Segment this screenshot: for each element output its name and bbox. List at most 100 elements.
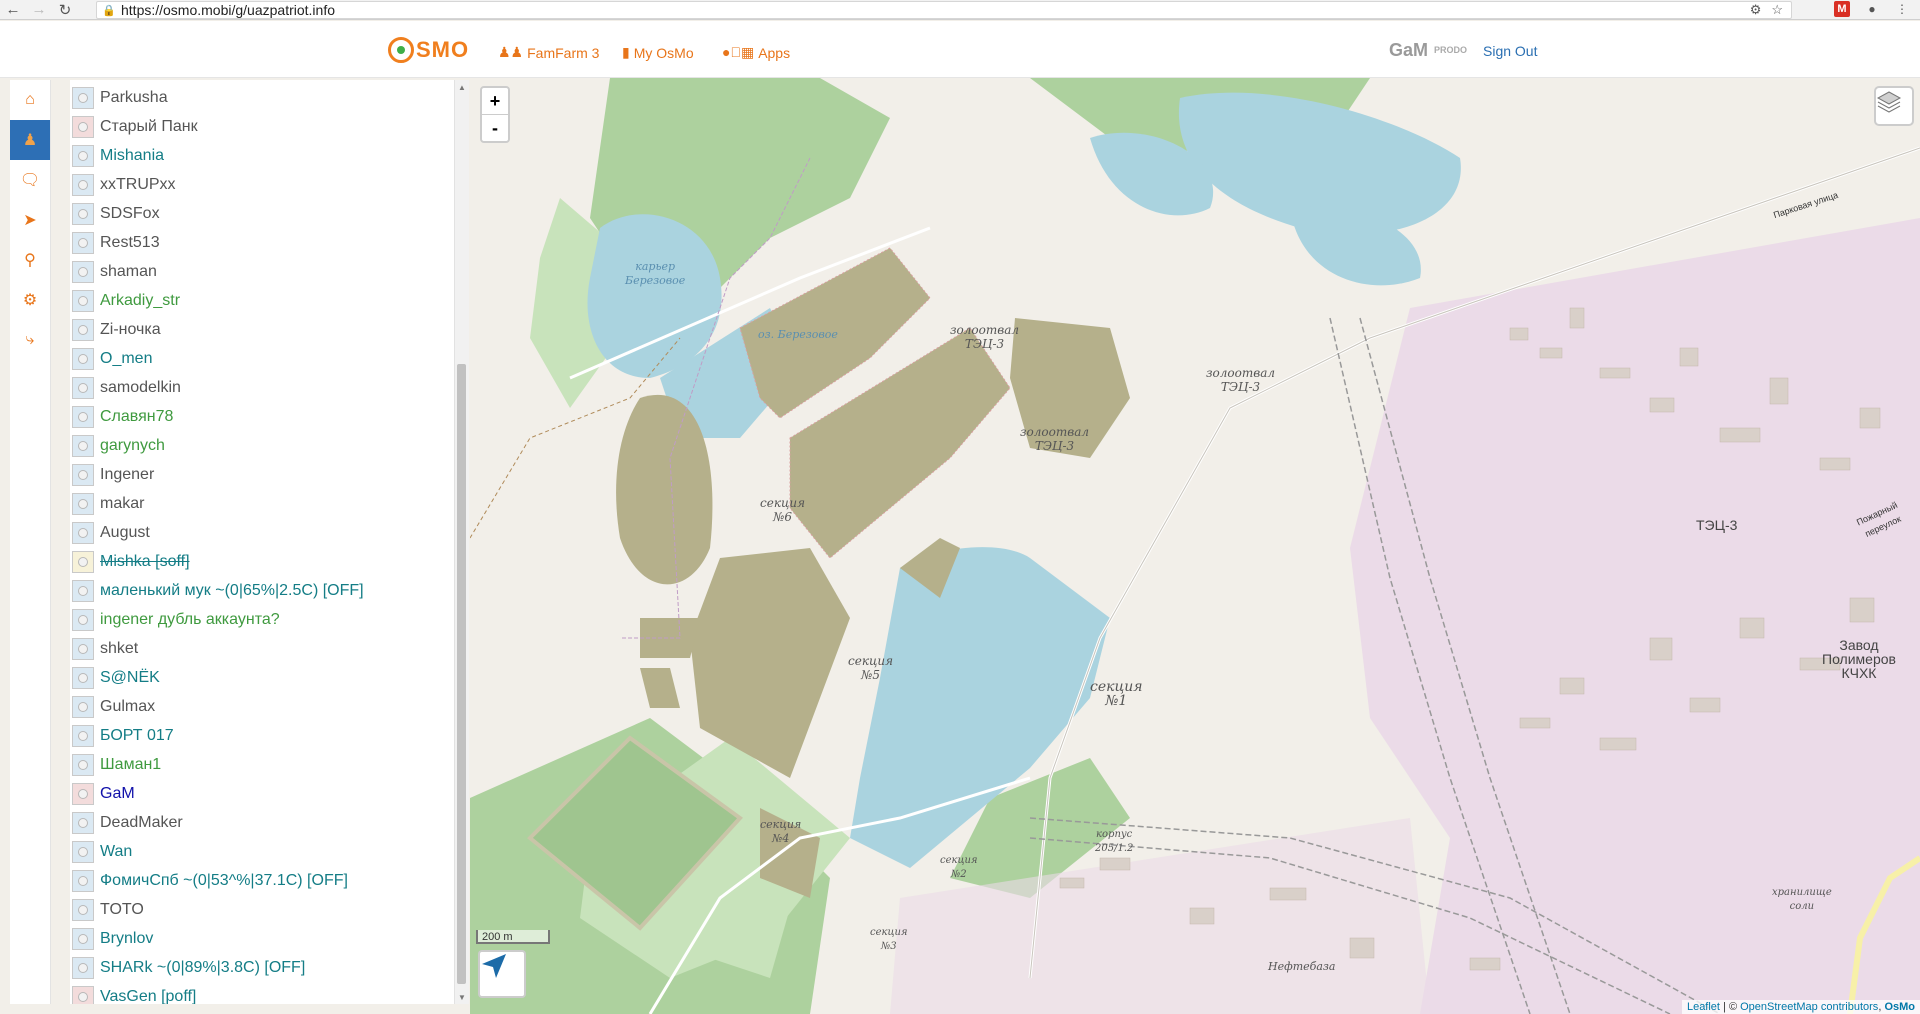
user-name-label[interactable]: ФомичСпб ~(0|53^%|37.1C) [OFF]: [100, 872, 348, 890]
rail-users-button[interactable]: ♟: [10, 120, 50, 160]
user-status-checkbox[interactable]: [72, 840, 94, 863]
user-status-checkbox[interactable]: [72, 115, 94, 138]
user-name-label[interactable]: Parkusha: [100, 89, 168, 107]
user-status-checkbox[interactable]: [72, 666, 94, 689]
user-list-item[interactable]: xxTRUPxx: [70, 170, 442, 199]
user-name-label[interactable]: Rest513: [100, 234, 160, 252]
user-list-item[interactable]: SDSFox: [70, 199, 442, 228]
bookmark-star-icon[interactable]: ☆: [1771, 2, 1783, 18]
layers-button[interactable]: [1874, 86, 1914, 126]
user-list-item[interactable]: TOTO: [70, 895, 442, 924]
user-name-label[interactable]: Mishka [soff]: [100, 553, 190, 571]
leaflet-link[interactable]: Leaflet: [1687, 1001, 1720, 1013]
user-name-label[interactable]: ingener дубль аккаунта?: [100, 611, 280, 629]
user-name-label[interactable]: Ingener: [100, 466, 154, 484]
user-list-item[interactable]: Славян78: [70, 402, 442, 431]
user-name-label[interactable]: samodelkin: [100, 379, 181, 397]
scrollbar-thumb[interactable]: [457, 364, 466, 984]
user-status-checkbox[interactable]: [72, 869, 94, 892]
user-list-item[interactable]: shaman: [70, 257, 442, 286]
forward-arrow-icon[interactable]: →: [26, 0, 52, 20]
user-name-label[interactable]: shaman: [100, 263, 157, 281]
user-list-item[interactable]: shket: [70, 634, 442, 663]
user-status-checkbox[interactable]: [72, 173, 94, 196]
my-osmo-link[interactable]: ▮ My OsMo: [622, 44, 694, 61]
user-status-checkbox[interactable]: [72, 376, 94, 399]
famfarm-link[interactable]: ♟♟ FamFarm 3: [498, 44, 599, 61]
user-status-checkbox[interactable]: [72, 289, 94, 312]
user-status-checkbox[interactable]: [72, 898, 94, 921]
rail-chat-button[interactable]: 🗨: [10, 160, 50, 200]
user-status-checkbox[interactable]: [72, 347, 94, 370]
scroll-up-arrow-icon[interactable]: ▲: [455, 80, 469, 94]
user-name-label[interactable]: Шаман1: [100, 756, 161, 774]
user-list-item[interactable]: Parkusha: [70, 83, 442, 112]
locate-button[interactable]: [478, 950, 526, 998]
user-list-item[interactable]: Wan: [70, 837, 442, 866]
user-status-checkbox[interactable]: [72, 695, 94, 718]
user-list-item[interactable]: маленький мук ~(0|65%|2.5C) [OFF]: [70, 576, 442, 605]
user-status-checkbox[interactable]: [72, 608, 94, 631]
address-bar[interactable]: 🔒 https://osmo.mobi/g/uazpatriot.info ⚙ …: [96, 1, 1792, 19]
user-list-item[interactable]: ingener дубль аккаунта?: [70, 605, 442, 634]
menu-dots-icon[interactable]: ⋮: [1894, 1, 1910, 17]
user-name-label[interactable]: Gulmax: [100, 698, 155, 716]
scroll-down-arrow-icon[interactable]: ▼: [455, 990, 469, 1004]
user-list-item[interactable]: S@NЁK: [70, 663, 442, 692]
user-status-checkbox[interactable]: [72, 956, 94, 979]
user-status-checkbox[interactable]: [72, 144, 94, 167]
user-name-label[interactable]: Zi-ночка: [100, 321, 161, 339]
user-name-label[interactable]: Славян78: [100, 408, 173, 426]
user-status-checkbox[interactable]: [72, 260, 94, 283]
user-name-label[interactable]: TOTO: [100, 901, 144, 919]
rail-home-button[interactable]: ⌂: [10, 80, 50, 120]
user-list-item[interactable]: DeadMaker: [70, 808, 442, 837]
user-name-label[interactable]: SDSFox: [100, 205, 160, 223]
user-name-label[interactable]: Старый Панк: [100, 118, 198, 136]
user-status-checkbox[interactable]: [72, 434, 94, 457]
user-name-label[interactable]: garynych: [100, 437, 165, 455]
reload-icon[interactable]: ↻: [52, 0, 78, 20]
user-name-label[interactable]: DeadMaker: [100, 814, 183, 832]
osmo-link[interactable]: OsMo: [1884, 1001, 1915, 1013]
user-list-item[interactable]: VasGen [poff]: [70, 982, 442, 1004]
user-list-item[interactable]: Mishka [soff]: [70, 547, 442, 576]
user-list-item[interactable]: Mishania: [70, 141, 442, 170]
user-name-label[interactable]: S@NЁK: [100, 669, 160, 687]
user-status-checkbox[interactable]: [72, 550, 94, 573]
user-status-checkbox[interactable]: [72, 492, 94, 515]
user-status-checkbox[interactable]: [72, 521, 94, 544]
user-list-item[interactable]: Старый Панк: [70, 112, 442, 141]
user-status-checkbox[interactable]: [72, 318, 94, 341]
user-name-label[interactable]: GaM: [100, 785, 135, 803]
gmail-icon[interactable]: M: [1834, 1, 1850, 17]
user-status-checkbox[interactable]: [72, 724, 94, 747]
user-list-item[interactable]: Gulmax: [70, 692, 442, 721]
notifications-bell-icon[interactable]: ●: [1864, 1, 1880, 17]
rail-settings-button[interactable]: ⚙: [10, 280, 50, 320]
user-name-label[interactable]: Brynlov: [100, 930, 153, 948]
user-status-checkbox[interactable]: [72, 637, 94, 660]
rail-share-button[interactable]: ⤷: [10, 320, 50, 360]
user-list-item[interactable]: August: [70, 518, 442, 547]
user-list-item[interactable]: ФомичСпб ~(0|53^%|37.1C) [OFF]: [70, 866, 442, 895]
user-name-label[interactable]: Wan: [100, 843, 132, 861]
translate-icon[interactable]: ⚙: [1750, 2, 1762, 18]
user-list-item[interactable]: GaM: [70, 779, 442, 808]
user-status-checkbox[interactable]: [72, 927, 94, 950]
rail-marker-button[interactable]: ⚲: [10, 240, 50, 280]
user-name-label[interactable]: VasGen [poff]: [100, 988, 196, 1005]
user-name-label[interactable]: БОРТ 017: [100, 727, 174, 745]
rail-navigation-button[interactable]: ➤: [10, 200, 50, 240]
user-list-item[interactable]: Ingener: [70, 460, 442, 489]
current-user-name[interactable]: GaM: [1389, 40, 1428, 61]
user-status-checkbox[interactable]: [72, 782, 94, 805]
user-status-checkbox[interactable]: [72, 579, 94, 602]
user-status-checkbox[interactable]: [72, 202, 94, 225]
user-list-item[interactable]: Arkadiy_str: [70, 286, 442, 315]
user-name-label[interactable]: xxTRUPxx: [100, 176, 176, 194]
user-status-checkbox[interactable]: [72, 985, 94, 1004]
user-list-item[interactable]: Zi-ночка: [70, 315, 442, 344]
user-name-label[interactable]: Mishania: [100, 147, 164, 165]
user-list-item[interactable]: Шаман1: [70, 750, 442, 779]
